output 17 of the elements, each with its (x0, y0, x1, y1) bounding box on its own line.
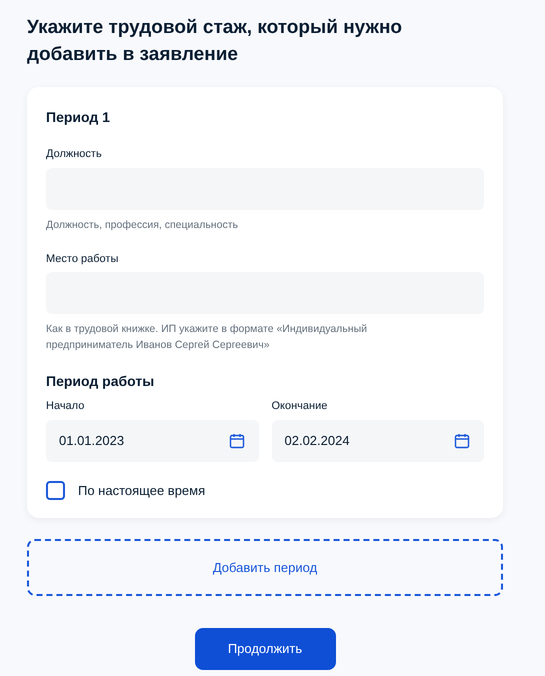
field-hint: Должность, профессия, специальность (46, 218, 239, 232)
present-checkbox[interactable]: По настоящее время (46, 480, 484, 500)
date-field[interactable]: 01.01.2023 (46, 420, 258, 462)
section-heading: Период работы (46, 372, 156, 391)
calendar-icon[interactable] (228, 432, 244, 448)
continue-button[interactable]: Продолжить (194, 628, 336, 670)
field-label: Начало (46, 399, 86, 414)
calendar-icon[interactable] (454, 432, 470, 448)
date-field[interactable]: 02.02.2024 (272, 420, 484, 462)
field-label: Окончание (272, 399, 328, 414)
field-label: Место работы (46, 252, 120, 266)
checkbox-square[interactable] (46, 480, 65, 500)
period-heading: Период 1 (46, 108, 111, 127)
page-title: Укажите трудовой стаж, который нужно добавить в заявление (27, 16, 404, 67)
field-label: Должность (46, 147, 103, 162)
field-hint: Как в трудовой книжке. ИП укажите в формате «Индивидуальный предприниматель Иванов Сергей Сергеевич» (46, 322, 368, 353)
add-period-button[interactable]: Добавить период (27, 539, 503, 596)
